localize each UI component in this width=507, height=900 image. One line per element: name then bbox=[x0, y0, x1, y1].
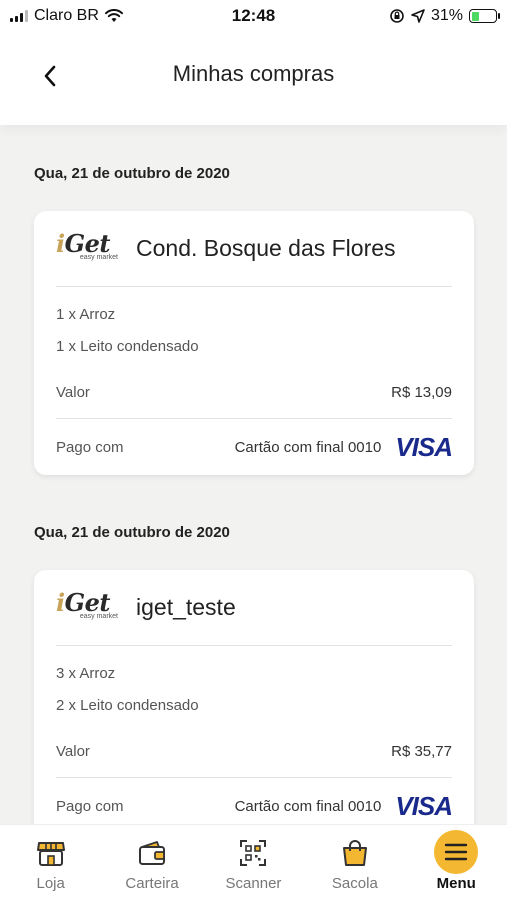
orders-list[interactable]: Qua, 21 de outubro de 2020 iGet easy mar… bbox=[0, 125, 507, 824]
tab-label: Loja bbox=[36, 875, 65, 892]
carrier-label: Claro BR bbox=[34, 7, 99, 24]
payment-row: Pago com Cartão com final 0010 VISA bbox=[56, 419, 453, 475]
battery-percent: 31% bbox=[430, 7, 463, 24]
store-icon bbox=[29, 833, 73, 873]
order-item: 2 x Leito condensado bbox=[56, 697, 199, 714]
tab-label: Sacola bbox=[331, 875, 378, 892]
location-icon bbox=[411, 9, 425, 23]
order-card[interactable]: iGet easy market Cond. Bosque das Flores… bbox=[34, 211, 474, 475]
page-title: Minhas compras bbox=[172, 60, 335, 86]
order-card[interactable]: iGet easy market iget_teste 3 x Arroz 2 … bbox=[34, 570, 474, 824]
order-date: Qua, 21 de outubro de 2020 bbox=[34, 524, 230, 541]
order-items: 1 x Arroz 1 x Leito condensado bbox=[56, 287, 452, 363]
visa-logo-icon: VISA bbox=[395, 431, 453, 462]
order-item: 1 x Arroz bbox=[56, 306, 116, 323]
tab-scanner[interactable]: Scanner bbox=[208, 833, 298, 892]
logo-text: iGet bbox=[56, 228, 110, 258]
store-header: iGet easy market iget_teste bbox=[56, 570, 452, 646]
signal-icon bbox=[10, 10, 28, 22]
payment-label: Pago com bbox=[56, 797, 124, 815]
payment-method: Cartão com final 0010 VISA bbox=[234, 790, 453, 822]
menu-icon-wrapper bbox=[434, 830, 479, 874]
qr-scanner-icon bbox=[231, 833, 275, 873]
payment-method: Cartão com final 0010 VISA bbox=[234, 431, 453, 463]
orientation-lock-icon bbox=[390, 9, 404, 23]
order-items: 3 x Arroz 2 x Leito condensado bbox=[56, 646, 452, 722]
logo-text: iGet bbox=[56, 587, 110, 617]
iget-logo: iGet easy market bbox=[56, 228, 118, 267]
tab-label: Carteira bbox=[125, 875, 179, 892]
bottom-tab-bar: Loja Carteira Scanner Sacola Menu bbox=[0, 824, 507, 900]
order-total-row: Valor R$ 13,09 bbox=[56, 367, 452, 419]
tab-sacola[interactable]: Sacola bbox=[310, 833, 400, 892]
tab-menu[interactable]: Menu bbox=[411, 830, 501, 892]
iget-logo: iGet easy market bbox=[56, 587, 118, 626]
back-button[interactable] bbox=[36, 62, 64, 90]
card-ending: Cartão com final 0010 bbox=[234, 797, 382, 815]
status-right: 31% bbox=[389, 7, 500, 25]
payment-label: Pago com bbox=[56, 438, 124, 456]
total-label: Valor bbox=[56, 743, 90, 760]
status-left: Claro BR bbox=[10, 7, 389, 25]
tab-loja[interactable]: Loja bbox=[6, 833, 96, 892]
total-value: R$ 35,77 bbox=[391, 743, 452, 760]
tab-label: Menu bbox=[436, 875, 476, 892]
hamburger-menu-icon bbox=[434, 830, 479, 874]
store-name: iget_teste bbox=[136, 594, 236, 620]
wifi-icon bbox=[104, 9, 123, 22]
order-date: Qua, 21 de outubro de 2020 bbox=[34, 165, 230, 182]
shopping-bag-icon bbox=[333, 833, 377, 873]
chevron-left-icon bbox=[44, 65, 56, 87]
payment-row: Pago com Cartão com final 0010 VISA bbox=[56, 778, 453, 824]
store-header: iGet easy market Cond. Bosque das Flores bbox=[56, 211, 452, 287]
order-item: 1 x Leito condensado bbox=[56, 338, 199, 355]
total-value: R$ 13,09 bbox=[391, 384, 452, 401]
app-header: Minhas compras bbox=[0, 32, 507, 125]
battery-icon bbox=[469, 9, 500, 23]
tab-label: Scanner bbox=[225, 875, 282, 892]
order-total-row: Valor R$ 35,77 bbox=[56, 726, 452, 778]
tab-carteira[interactable]: Carteira bbox=[107, 833, 197, 892]
total-label: Valor bbox=[56, 384, 90, 401]
wallet-icon bbox=[130, 833, 174, 873]
card-ending: Cartão com final 0010 bbox=[234, 438, 382, 456]
order-item: 3 x Arroz bbox=[56, 665, 116, 682]
visa-logo-icon: VISA bbox=[395, 790, 453, 821]
status-bar: Claro BR 12:48 31% bbox=[0, 0, 507, 32]
store-name: Cond. Bosque das Flores bbox=[136, 235, 396, 261]
